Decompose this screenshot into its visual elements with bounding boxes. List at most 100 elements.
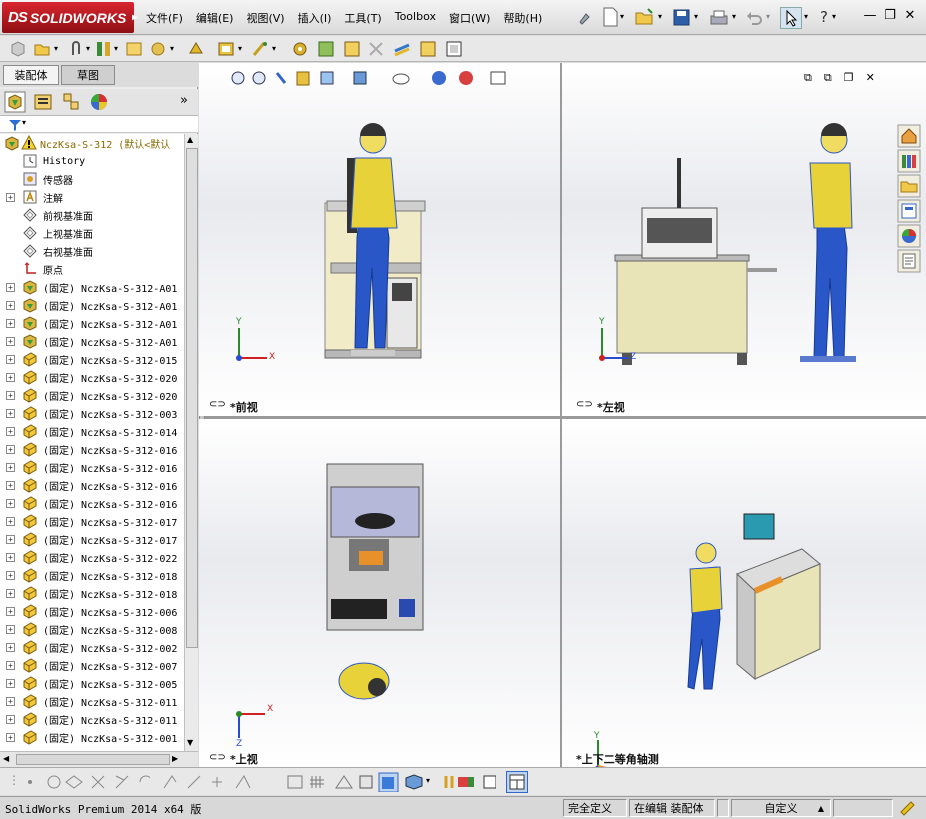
menu-view[interactable]: 视图(V) bbox=[246, 10, 284, 26]
open-folder-icon[interactable] bbox=[634, 7, 656, 27]
tree-item[interactable]: + 注解 bbox=[0, 188, 184, 206]
tree-item[interactable]: + (固定) NczKsa-S-312-016 bbox=[0, 440, 184, 458]
save-dropdown-icon[interactable]: ▾ bbox=[694, 12, 698, 21]
expand-toggle-icon[interactable]: + bbox=[6, 570, 15, 580]
tree-item[interactable]: + (固定) NczKsa-S-312-017 bbox=[0, 530, 184, 548]
bill-of-materials-icon[interactable] bbox=[366, 39, 386, 59]
tree-item[interactable]: + (固定) NczKsa-S-312-015 bbox=[0, 350, 184, 368]
tree-item[interactable]: + (固定) NczKsa-S-312-001 bbox=[0, 728, 184, 746]
new-document-icon[interactable] bbox=[600, 6, 620, 28]
tree-item[interactable]: + (固定) NczKsa-S-312-018 bbox=[0, 566, 184, 584]
menu-edit[interactable]: 编辑(E) bbox=[196, 10, 234, 26]
expand-toggle-icon[interactable]: + bbox=[6, 282, 15, 292]
expand-toggle-icon[interactable]: + bbox=[6, 390, 15, 400]
paperclip-icon[interactable] bbox=[66, 39, 86, 59]
sketch-entity-tools[interactable] bbox=[20, 772, 150, 792]
expand-toggle-icon[interactable]: + bbox=[6, 318, 15, 328]
new-dropdown-icon[interactable]: ▾ bbox=[620, 12, 624, 21]
tree-item[interactable]: + (固定) NczKsa-S-312-016 bbox=[0, 494, 184, 512]
file-explorer-icon[interactable] bbox=[897, 174, 921, 198]
display-style-dropdown-icon[interactable]: ▾ bbox=[426, 776, 430, 785]
expand-toggle-icon[interactable]: + bbox=[6, 606, 15, 616]
tree-item[interactable]: History bbox=[0, 152, 184, 170]
tree-item[interactable]: + (固定) NczKsa-S-312-011 bbox=[0, 692, 184, 710]
fastener-dropdown-icon[interactable]: ▾ bbox=[170, 44, 174, 53]
design-library-icon[interactable] bbox=[897, 149, 921, 173]
expand-toggle-icon[interactable]: + bbox=[6, 660, 15, 670]
link-views-icon[interactable]: ⊂⊃ bbox=[576, 399, 593, 410]
viewport-isometric[interactable]: Y X Z *上下二等角轴测 bbox=[562, 419, 926, 767]
custom-properties-icon[interactable] bbox=[897, 249, 921, 273]
mate-dropdown-icon[interactable]: ▾ bbox=[114, 44, 118, 53]
expand-toggle-icon[interactable]: + bbox=[6, 192, 15, 202]
tree-item[interactable]: + (固定) NczKsa-S-312-022 bbox=[0, 548, 184, 566]
tree-item[interactable]: + (固定) NczKsa-S-312-A01 bbox=[0, 296, 184, 314]
show-hidden-icon[interactable] bbox=[216, 39, 236, 59]
tree-item[interactable]: + (固定) NczKsa-S-312-005 bbox=[0, 674, 184, 692]
menu-file[interactable]: 文件(F) bbox=[146, 10, 183, 26]
tree-root-assembly[interactable]: NczKsa-S-312 (默认<默认 bbox=[0, 134, 184, 152]
pin-icon[interactable] bbox=[574, 8, 594, 28]
expand-toggle-icon[interactable]: + bbox=[6, 336, 15, 346]
tree-item[interactable]: + (固定) NczKsa-S-312-016 bbox=[0, 458, 184, 476]
graphics-area[interactable]: Y X ⊂⊃ *前视 ⧉ ⧉ ❐ ✕ Y Z ⊂⊃ *左视 X Z ⊂⊃ *上视… bbox=[199, 63, 926, 767]
scroll-right-arrow-icon[interactable]: ▶ bbox=[172, 754, 178, 763]
undo-dropdown-icon[interactable]: ▾ bbox=[766, 12, 770, 21]
tree-item[interactable]: + (固定) NczKsa-S-312-014 bbox=[0, 422, 184, 440]
expand-toggle-icon[interactable]: + bbox=[6, 732, 15, 742]
view-palette-icon[interactable] bbox=[897, 199, 921, 223]
expand-toggle-icon[interactable]: + bbox=[6, 696, 15, 706]
view-display-tools[interactable] bbox=[286, 772, 496, 792]
property-manager-tab-icon[interactable] bbox=[32, 91, 54, 113]
select-dropdown-icon[interactable]: ▾ bbox=[804, 12, 808, 21]
expand-toggle-icon[interactable]: + bbox=[6, 300, 15, 310]
restore-icon[interactable]: ❐ bbox=[880, 8, 900, 23]
menu-toolbox[interactable]: Toolbox bbox=[395, 10, 436, 26]
filter-funnel-icon[interactable] bbox=[8, 118, 22, 132]
expand-toggle-icon[interactable]: + bbox=[6, 498, 15, 508]
tree-item[interactable]: 原点 bbox=[0, 260, 184, 278]
tab-assembly[interactable]: 装配体 bbox=[3, 65, 59, 85]
tree-item[interactable]: + (固定) NczKsa-S-312-008 bbox=[0, 620, 184, 638]
tree-item[interactable]: + (固定) NczKsa-S-312-A01 bbox=[0, 278, 184, 296]
expand-toggle-icon[interactable]: + bbox=[6, 678, 15, 688]
tree-item[interactable]: 上视基准面 bbox=[0, 224, 184, 242]
expand-toggle-icon[interactable]: + bbox=[6, 714, 15, 724]
assembly-dropdown-icon[interactable]: ▾ bbox=[54, 44, 58, 53]
tree-item[interactable]: + (固定) NczKsa-S-312-002 bbox=[0, 638, 184, 656]
tree-item[interactable]: 前视基准面 bbox=[0, 206, 184, 224]
tree-vertical-scrollbar[interactable]: ▲ ▼ bbox=[184, 134, 198, 751]
smart-mates-dropdown-icon[interactable]: ▾ bbox=[272, 44, 276, 53]
gear-icon[interactable] bbox=[290, 39, 310, 59]
tree-item[interactable]: + (固定) NczKsa-S-312-017 bbox=[0, 512, 184, 530]
viewport-link-icon[interactable]: ⧉ bbox=[804, 71, 812, 85]
tree-item[interactable]: + (固定) NczKsa-S-312-020 bbox=[0, 386, 184, 404]
tree-item[interactable]: + (固定) NczKsa-S-312-016 bbox=[0, 476, 184, 494]
tree-hscroll-thumb[interactable] bbox=[16, 754, 170, 765]
tree-scroll-thumb[interactable] bbox=[186, 148, 198, 648]
select-button[interactable] bbox=[780, 7, 802, 29]
viewport-top[interactable]: X Z ⊂⊃ *上视 bbox=[199, 419, 560, 767]
viewport-restore-icon[interactable]: ❐ bbox=[844, 71, 854, 85]
viewport-unlink-icon[interactable]: ⧉ bbox=[824, 71, 832, 85]
hole-series-icon[interactable] bbox=[418, 39, 438, 59]
scroll-up-arrow-icon[interactable]: ▲ bbox=[187, 135, 193, 144]
tree-item[interactable]: + (固定) NczKsa-S-312-006 bbox=[0, 602, 184, 620]
appearances-icon[interactable] bbox=[897, 224, 921, 248]
filter-dropdown-icon[interactable]: ▾ bbox=[22, 118, 26, 127]
viewport-front[interactable]: Y X ⊂⊃ *前视 bbox=[199, 63, 560, 416]
close-icon[interactable]: ✕ bbox=[900, 8, 920, 23]
open-assembly-icon[interactable] bbox=[32, 39, 52, 59]
tree-horizontal-scrollbar[interactable]: ◀ ▶ bbox=[0, 751, 198, 767]
status-units[interactable]: 自定义 ▲ bbox=[731, 799, 831, 817]
solidworks-logo[interactable]: DS SOLIDWORKS ▸ bbox=[2, 2, 137, 33]
feature-tree-tab-icon[interactable] bbox=[4, 91, 26, 113]
scroll-down-arrow-icon[interactable]: ▼ bbox=[187, 738, 193, 747]
tab-sketch[interactable]: 草图 bbox=[61, 65, 115, 85]
save-icon[interactable] bbox=[672, 8, 692, 28]
help-question-icon[interactable]: ? bbox=[820, 8, 828, 26]
tree-item[interactable]: + (固定) NczKsa-S-312-007 bbox=[0, 656, 184, 674]
link-views-icon[interactable]: ⊂⊃ bbox=[209, 752, 226, 763]
tree-item[interactable]: 右视基准面 bbox=[0, 242, 184, 260]
expand-toggle-icon[interactable]: + bbox=[6, 552, 15, 562]
